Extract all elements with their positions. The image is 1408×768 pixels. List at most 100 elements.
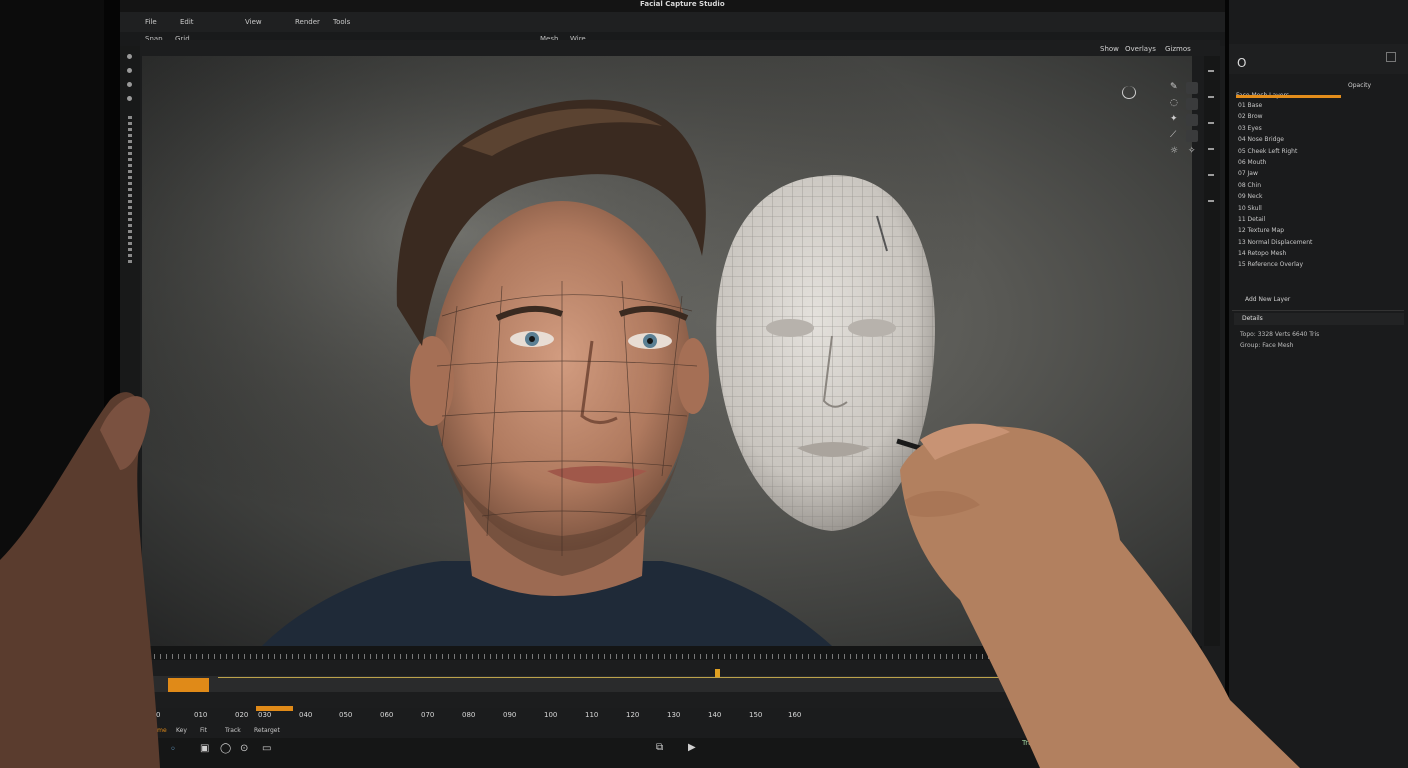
timeline-label-key[interactable]: Key: [176, 727, 187, 734]
pencil-icon[interactable]: ✎: [1170, 82, 1180, 92]
menu-item-render[interactable]: Render: [295, 18, 320, 26]
tool-dot-icon[interactable]: [127, 96, 132, 101]
timeline-clip[interactable]: [168, 678, 209, 692]
transform-icon[interactable]: [1186, 114, 1198, 126]
frame-number: 040: [299, 711, 313, 719]
dock-title: O: [1237, 56, 1247, 70]
lasso-icon[interactable]: ◌: [1170, 98, 1180, 108]
sync-icon[interactable]: ◦: [170, 744, 176, 755]
frame-number: 060: [380, 711, 394, 719]
tool-dot-icon[interactable]: [127, 68, 132, 73]
viewport-overlays[interactable]: Overlays: [1125, 45, 1156, 53]
record-icon[interactable]: ◯: [220, 743, 231, 754]
frame-number: 010: [194, 711, 208, 719]
scroll-tick: [1208, 148, 1214, 150]
viewport-image: [142, 56, 1192, 646]
tracking-status: Tracking 100%: [1022, 739, 1074, 747]
layer-item[interactable]: 07 Jaw: [1238, 168, 1398, 179]
timeline-label-track[interactable]: Track: [225, 727, 241, 734]
tool-dot-icon[interactable]: [127, 54, 132, 59]
scroll-tick: [1208, 174, 1214, 176]
layer-item[interactable]: 08 Chin: [1238, 180, 1398, 191]
scroll-tick: [1208, 200, 1214, 202]
frame-number: 150: [749, 711, 763, 719]
menu-item-view[interactable]: View: [245, 18, 262, 26]
layer-item[interactable]: 02 Brow: [1238, 111, 1398, 122]
layer-item[interactable]: 09 Neck: [1238, 191, 1398, 202]
dock-divider: [1232, 310, 1404, 311]
rect-icon[interactable]: [1186, 82, 1198, 94]
app-title: Facial Capture Studio: [640, 0, 725, 8]
sparkle-icon[interactable]: ✧: [1188, 146, 1198, 156]
playhead-handle[interactable]: [715, 669, 720, 677]
frame-number: 050: [339, 711, 353, 719]
layer-item[interactable]: 01 Base: [1238, 100, 1398, 111]
dock-header: O: [1229, 44, 1408, 74]
scroll-tick: [1208, 122, 1214, 124]
layer-item[interactable]: 06 Mouth: [1238, 157, 1398, 168]
viewport-show[interactable]: Show: [1100, 45, 1119, 53]
viewport-header: Show Overlays Gizmos: [140, 40, 1220, 56]
details-line: Topo: 3328 Verts 6640 Tris: [1240, 331, 1320, 338]
frame-number: 020: [235, 711, 249, 719]
frame-number: 030: [258, 711, 272, 719]
viewport[interactable]: [142, 56, 1192, 646]
main-toolbar: File Edit View Render Tools: [120, 12, 1225, 33]
layer-item[interactable]: 14 Retopo Mesh: [1238, 248, 1398, 259]
viewport-scrollbar[interactable]: [1204, 56, 1220, 646]
scroll-tick: [1208, 70, 1214, 72]
menu-item-file[interactable]: File: [145, 18, 157, 26]
keyframe-icon[interactable]: ⧉: [656, 742, 663, 753]
timeline-ruler[interactable]: [142, 646, 1202, 660]
grid-icon[interactable]: [1186, 130, 1198, 142]
loop-icon[interactable]: ⊙: [240, 743, 248, 754]
frame-number: 120: [626, 711, 640, 719]
layer-item[interactable]: 03 Eyes: [1238, 123, 1398, 134]
menu-item-tools[interactable]: Tools: [333, 18, 350, 26]
frame-number: 160: [788, 711, 802, 719]
timeline-track[interactable]: [150, 676, 1030, 692]
mesh-icon[interactable]: [1186, 98, 1198, 110]
timeline-label-fit[interactable]: Fit: [200, 727, 207, 734]
frame-number: 070: [421, 711, 435, 719]
layer-item[interactable]: 13 Normal Displacement: [1238, 237, 1398, 248]
viewport-tools: ✎ ◌ ✦ ⟋ ☼ ✧: [1168, 78, 1204, 178]
layer-item[interactable]: 15 Reference Overlay: [1238, 259, 1398, 270]
knife-icon[interactable]: ⟋: [1170, 130, 1180, 140]
details-title: Details: [1242, 315, 1263, 322]
layer-item[interactable]: 10 Skull: [1238, 203, 1398, 214]
timeline-keyline: [218, 677, 1033, 678]
menu-item-edit[interactable]: Edit: [180, 18, 194, 26]
frame-number: 130: [667, 711, 681, 719]
frame-number: 090: [503, 711, 517, 719]
cursor-icon: [1122, 86, 1136, 99]
layer-item[interactable]: 11 Detail: [1238, 214, 1398, 225]
timeline-label-retarget[interactable]: Retarget: [254, 727, 280, 734]
frame-number: 110: [585, 711, 599, 719]
add-layer-button[interactable]: Add New Layer: [1245, 296, 1290, 303]
screen-icon[interactable]: ▭: [262, 743, 271, 754]
frame-number: 080: [462, 711, 476, 719]
dock-close-icon[interactable]: [1386, 52, 1396, 62]
layer-list: 01 Base 02 Brow 03 Eyes 04 Nose Bridge 0…: [1238, 100, 1398, 271]
play-icon[interactable]: ▶: [688, 742, 696, 753]
left-tool-strip: [120, 46, 140, 646]
layer-item[interactable]: 12 Texture Map: [1238, 225, 1398, 236]
light-icon[interactable]: ☼: [1170, 146, 1180, 156]
layer-item[interactable]: 04 Nose Bridge: [1238, 134, 1398, 145]
camera-icon[interactable]: ▣: [200, 743, 209, 754]
menu-bar: Facial Capture Studio: [120, 0, 1225, 12]
layers-progress-bar: [1236, 95, 1341, 98]
frame-number: 0: [156, 711, 161, 719]
scroll-tick: [1208, 96, 1214, 98]
tool-dot-icon[interactable]: [127, 82, 132, 87]
layer-item[interactable]: 05 Cheek Left Right: [1238, 146, 1398, 157]
vertical-tool-labels: [128, 116, 132, 266]
timeline-label-frame[interactable]: Frame: [148, 727, 167, 734]
frame-number: 100: [544, 711, 558, 719]
details-header: Details: [1234, 313, 1404, 325]
details-line: Group: Face Mesh: [1240, 342, 1294, 349]
brush-icon[interactable]: ✦: [1170, 114, 1180, 124]
layers-opacity-label: Opacity: [1348, 82, 1372, 89]
viewport-gizmos[interactable]: Gizmos: [1165, 45, 1191, 53]
